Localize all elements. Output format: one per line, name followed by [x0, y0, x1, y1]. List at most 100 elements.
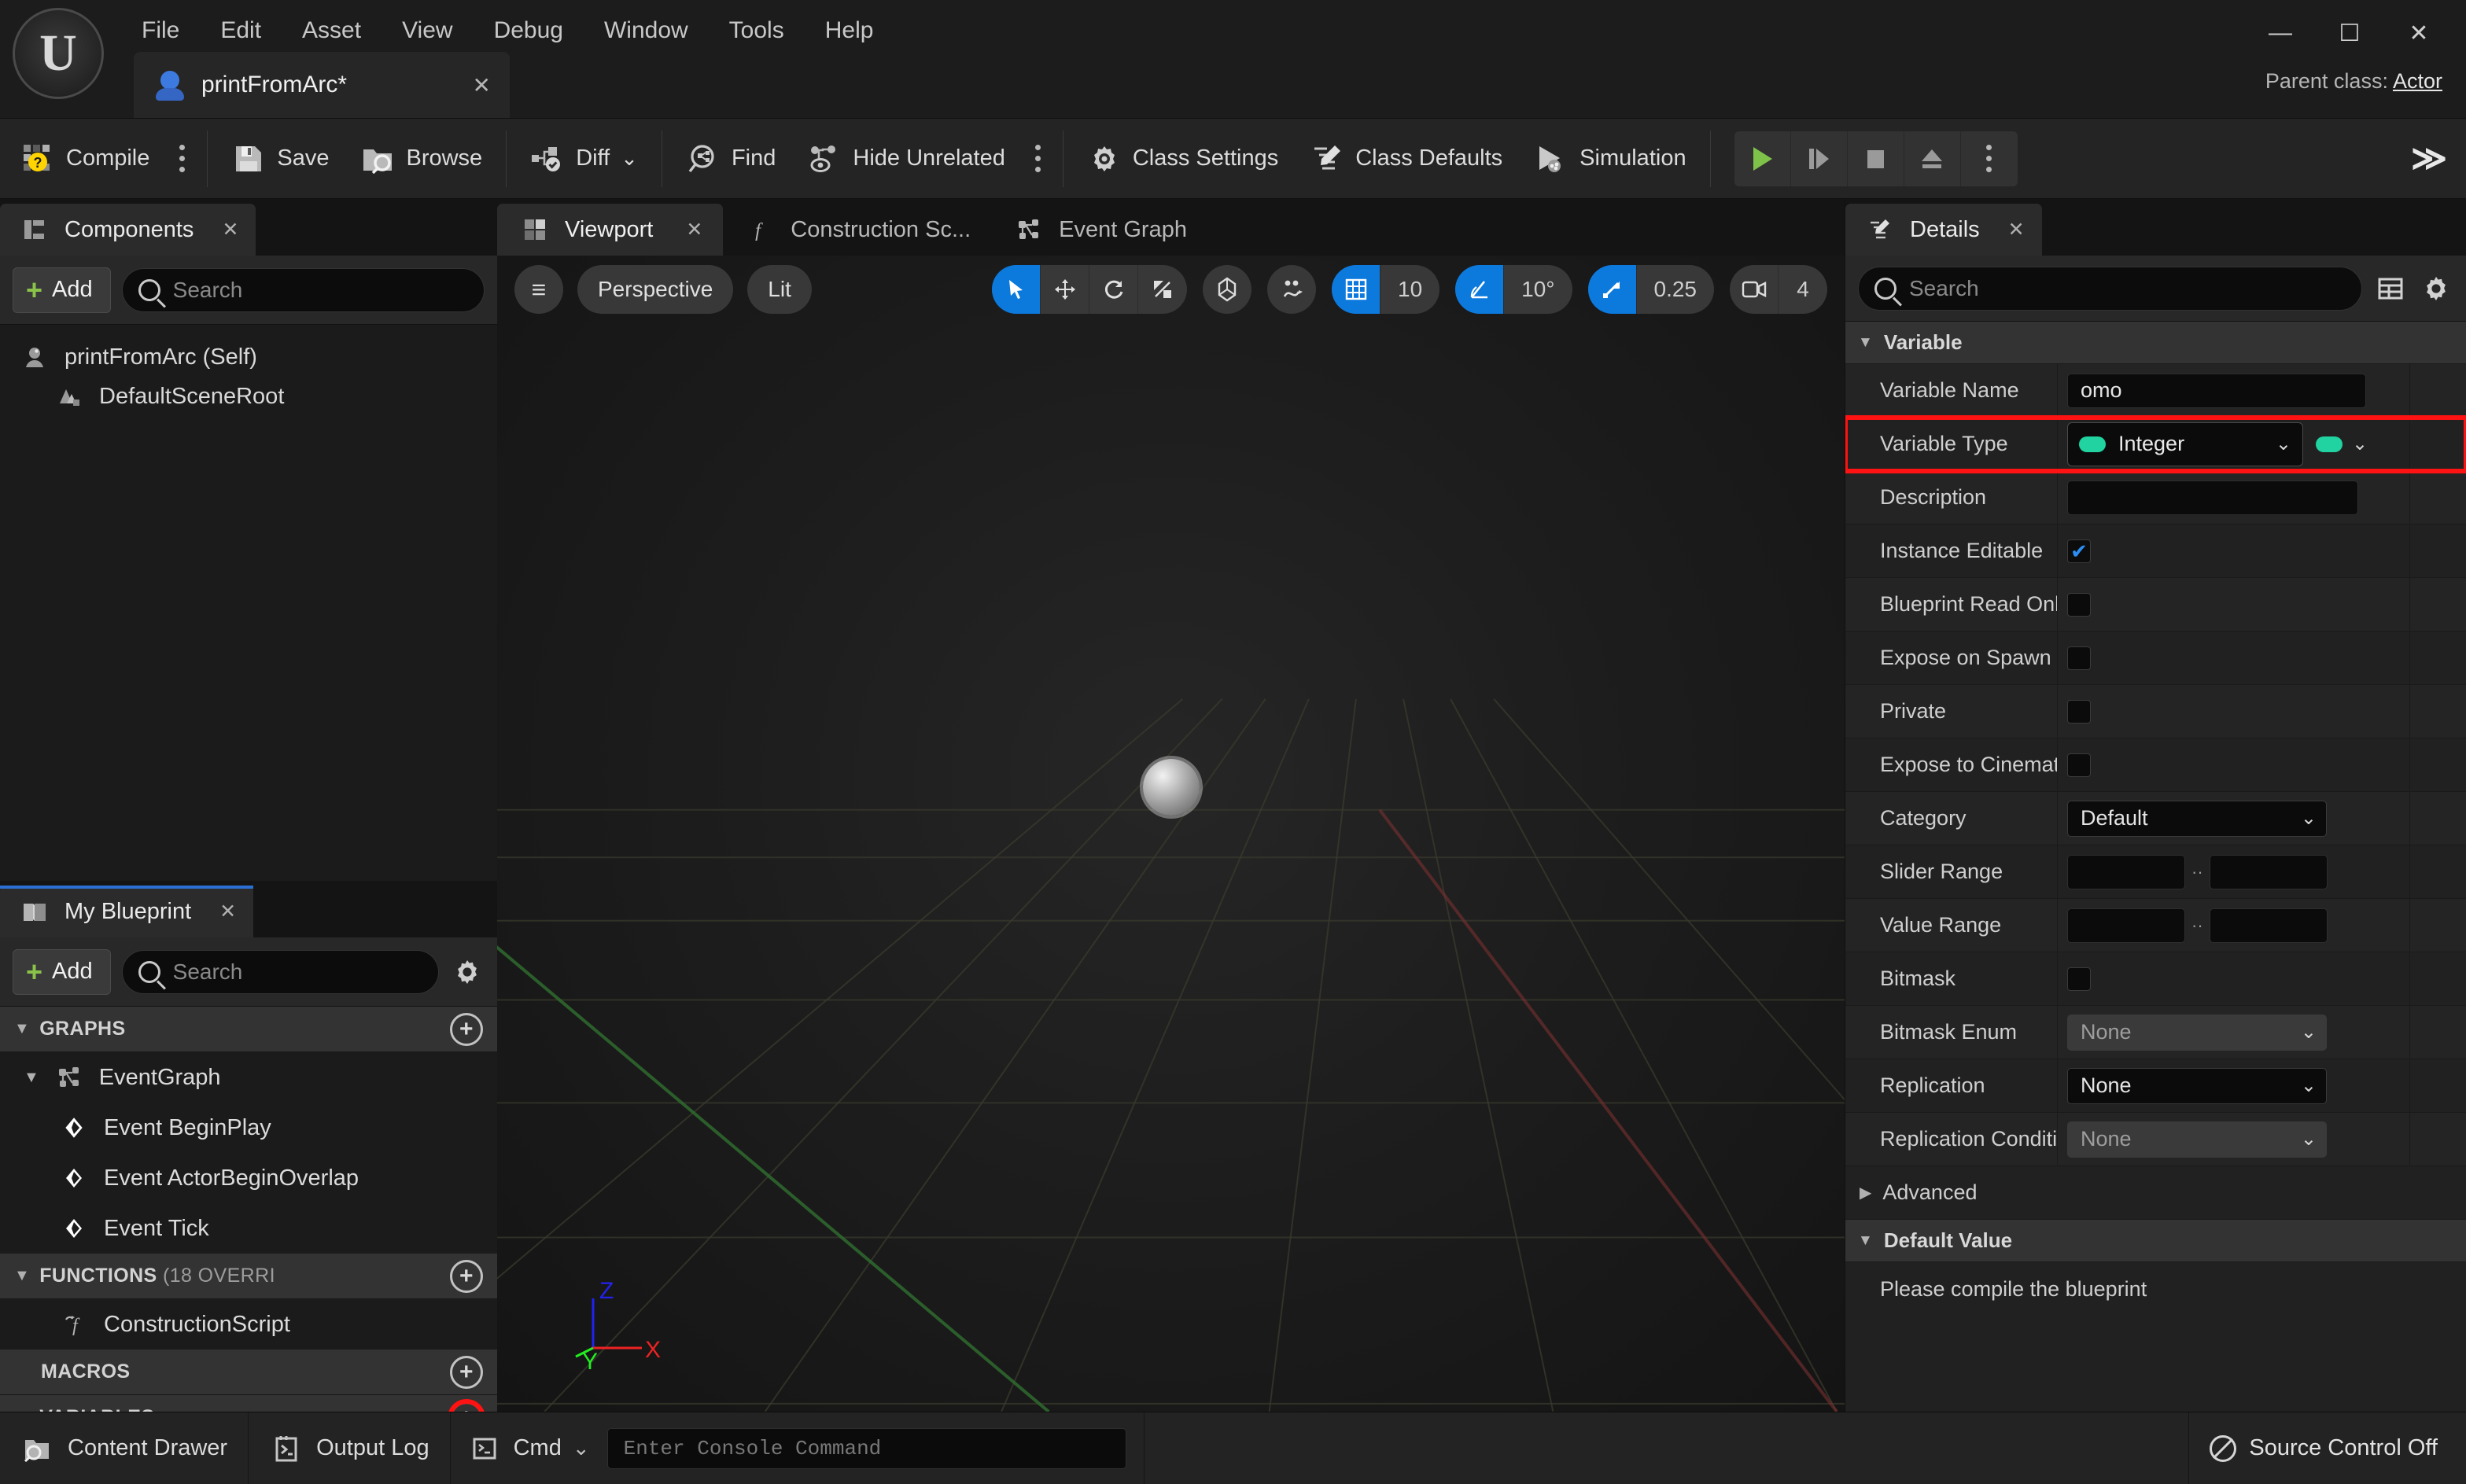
details-search-input[interactable]: Search: [1858, 266, 2362, 311]
add-macro-button[interactable]: +: [450, 1355, 483, 1389]
minimize-button[interactable]: —: [2246, 8, 2315, 58]
asset-tab-printfromarc[interactable]: printFromArc* ✕: [134, 52, 510, 118]
eject-button[interactable]: [1904, 131, 1961, 186]
my-blueprint-settings-gear-icon[interactable]: [450, 955, 485, 989]
scene-sphere[interactable]: [1142, 759, 1200, 816]
compile-button[interactable]: ? Compile: [5, 126, 165, 192]
tab-event-graph[interactable]: Event Graph: [991, 204, 1207, 256]
surface-snap-button[interactable]: [1267, 265, 1316, 314]
close-icon[interactable]: ✕: [222, 218, 238, 241]
section-graphs[interactable]: ▼ GRAPHS +: [0, 1007, 497, 1052]
detail-row-advanced[interactable]: ▶ Advanced: [1845, 1166, 2466, 1220]
my-blueprint-add-button[interactable]: + Add: [13, 948, 111, 995]
tab-details[interactable]: Details ✕: [1845, 204, 2042, 256]
tab-viewport[interactable]: Viewport ✕: [497, 204, 724, 256]
hide-unrelated-button[interactable]: Hide Unrelated: [791, 126, 1020, 192]
add-graph-button[interactable]: +: [450, 1012, 483, 1046]
component-row-self[interactable]: printFromArc (Self): [0, 337, 497, 377]
select-tool-button[interactable]: [992, 265, 1041, 314]
diff-button[interactable]: Diff ⌄: [514, 126, 654, 192]
viewport-3d-scene[interactable]: Z X Y ≡ Perspective Lit 10 10° 0.25 4: [497, 256, 1845, 1412]
components-add-button[interactable]: + Add: [13, 267, 111, 313]
details-settings-gear-icon[interactable]: [2419, 271, 2453, 306]
component-row-defaultsceneroot[interactable]: DefaultSceneRoot: [0, 377, 497, 416]
grid-snap-toggle[interactable]: [1332, 265, 1380, 314]
tree-item-constructionscript[interactable]: f ConstructionScript: [0, 1299, 497, 1350]
rotation-snap-toggle[interactable]: [1455, 265, 1505, 314]
variable-type-dropdown[interactable]: Integer ⌄: [2067, 422, 2303, 466]
close-icon[interactable]: ✕: [686, 218, 702, 241]
expose-on-spawn-checkbox[interactable]: [2067, 646, 2091, 670]
play-options-button[interactable]: [1961, 131, 2018, 186]
tree-item-event-tick[interactable]: Event Tick: [0, 1203, 497, 1254]
instance-editable-checkbox[interactable]: [2067, 539, 2091, 563]
cmd-label[interactable]: Cmd: [514, 1435, 562, 1461]
close-icon[interactable]: ✕: [2008, 218, 2025, 241]
class-defaults-button[interactable]: Class Defaults: [1294, 126, 1518, 192]
rotation-snap-value[interactable]: 10°: [1504, 265, 1572, 314]
perspective-button[interactable]: Perspective: [577, 265, 734, 314]
simulation-button[interactable]: Simulation: [1518, 126, 1701, 192]
scale-snap-value[interactable]: 0.25: [1637, 265, 1715, 314]
content-drawer-button[interactable]: Content Drawer: [0, 1412, 249, 1484]
play-button[interactable]: [1734, 131, 1791, 186]
details-columns-icon[interactable]: [2373, 271, 2408, 306]
menu-tools[interactable]: Tools: [709, 0, 805, 61]
camera-speed-icon[interactable]: [1730, 265, 1779, 314]
variable-name-input[interactable]: omo: [2067, 373, 2366, 408]
chevron-down-icon[interactable]: ⌄: [573, 1436, 590, 1460]
value-range-max-input[interactable]: [2209, 908, 2328, 943]
tab-my-blueprint[interactable]: My Blueprint ✕: [0, 886, 254, 937]
bitmask-checkbox[interactable]: [2067, 967, 2091, 991]
category-dropdown[interactable]: Default ⌄: [2067, 800, 2327, 837]
details-category-variable[interactable]: ▼ Variable: [1845, 322, 2466, 364]
tree-item-event-beginplay[interactable]: Event BeginPlay: [0, 1103, 497, 1153]
tree-item-event-actorbeginoverlap[interactable]: Event ActorBeginOverlap: [0, 1153, 497, 1203]
compile-options-button[interactable]: [165, 126, 199, 192]
slider-range-min-input[interactable]: [2067, 854, 2185, 889]
hide-unrelated-options-button[interactable]: [1021, 126, 1055, 192]
expose-to-cinematics-checkbox[interactable]: [2067, 753, 2091, 777]
add-function-button[interactable]: +: [450, 1259, 483, 1293]
parent-class-value[interactable]: Actor: [2393, 69, 2442, 93]
console-command-input[interactable]: Enter Console Command: [606, 1427, 1126, 1469]
menu-help[interactable]: Help: [805, 0, 894, 61]
tree-item-eventgraph[interactable]: ▼ EventGraph: [0, 1052, 497, 1103]
close-window-button[interactable]: ✕: [2384, 8, 2453, 58]
add-variable-button[interactable]: +: [448, 1398, 485, 1412]
source-control-button[interactable]: Source Control Off: [2188, 1412, 2466, 1484]
stop-button[interactable]: [1848, 131, 1904, 186]
world-space-button[interactable]: [1203, 265, 1251, 314]
output-log-button[interactable]: Output Log: [249, 1412, 451, 1484]
my-blueprint-search-input[interactable]: Search: [121, 949, 439, 994]
section-macros[interactable]: MACROS +: [0, 1350, 497, 1395]
private-checkbox[interactable]: [2067, 699, 2091, 724]
slider-range-max-input[interactable]: [2209, 854, 2328, 889]
chevron-down-icon[interactable]: ▼: [24, 1069, 39, 1087]
step-button[interactable]: [1791, 131, 1848, 186]
components-search-input[interactable]: Search: [121, 267, 485, 312]
find-button[interactable]: Find: [670, 126, 791, 192]
tab-construction-script[interactable]: f Construction Sc...: [723, 204, 991, 256]
close-icon[interactable]: ✕: [473, 72, 491, 98]
class-settings-button[interactable]: Class Settings: [1071, 126, 1294, 192]
variable-container-type-dropdown[interactable]: ⌄: [2311, 433, 2368, 455]
maximize-button[interactable]: ☐: [2315, 8, 2384, 58]
lighting-mode-button[interactable]: Lit: [747, 265, 812, 314]
tab-components[interactable]: Components ✕: [0, 204, 256, 256]
move-tool-button[interactable]: [1041, 265, 1089, 314]
section-variables[interactable]: ▼ VARIABLES +: [0, 1395, 497, 1412]
toolbar-overflow-icon[interactable]: ≫: [2411, 138, 2447, 179]
grid-snap-value[interactable]: 10: [1380, 265, 1439, 314]
replication-dropdown[interactable]: None ⌄: [2067, 1067, 2327, 1104]
description-input[interactable]: [2067, 480, 2358, 515]
value-range-min-input[interactable]: [2067, 908, 2185, 943]
menu-window[interactable]: Window: [584, 0, 709, 61]
save-button[interactable]: Save: [216, 126, 345, 192]
section-functions[interactable]: ▼ FUNCTIONS (18 OVERRI +: [0, 1254, 497, 1299]
scale-snap-toggle[interactable]: [1587, 265, 1637, 314]
scale-tool-button[interactable]: [1138, 265, 1187, 314]
chevron-down-icon[interactable]: ⌄: [621, 146, 638, 171]
blueprint-read-only-checkbox[interactable]: [2067, 592, 2091, 617]
camera-speed-value[interactable]: 4: [1779, 265, 1827, 314]
